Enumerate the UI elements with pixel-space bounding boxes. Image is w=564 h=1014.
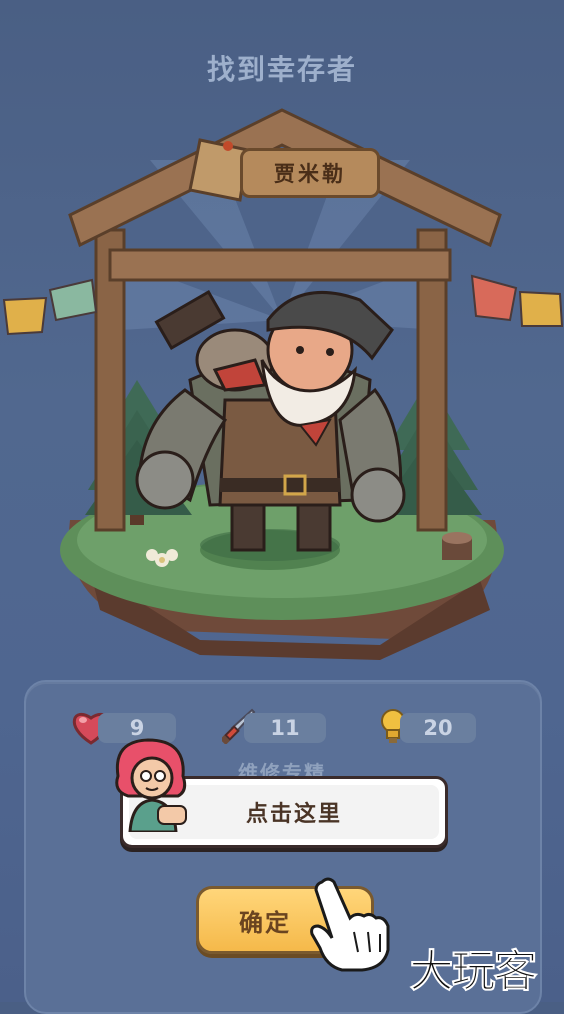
attack-stat: 11 [244,713,326,743]
resource-stat: 20 [400,713,476,743]
bunting-right [470,274,564,327]
tutorial-hint-text: 点击这里 [245,802,342,827]
resource-value: 20 [423,716,453,740]
survivor-name: 贾米勒 [274,162,346,186]
attack-value: 11 [270,716,300,740]
confirm-button-label: 确定 [239,908,291,937]
watermark-text: 大玩客 [409,945,539,998]
pointing-hand-icon [310,877,390,972]
survivor-scene [2,108,564,660]
survivor-name-tag: 贾米勒 [240,148,380,198]
bunting-left [2,278,98,336]
guide-character-avatar [115,738,187,832]
tree-stump [442,532,472,560]
